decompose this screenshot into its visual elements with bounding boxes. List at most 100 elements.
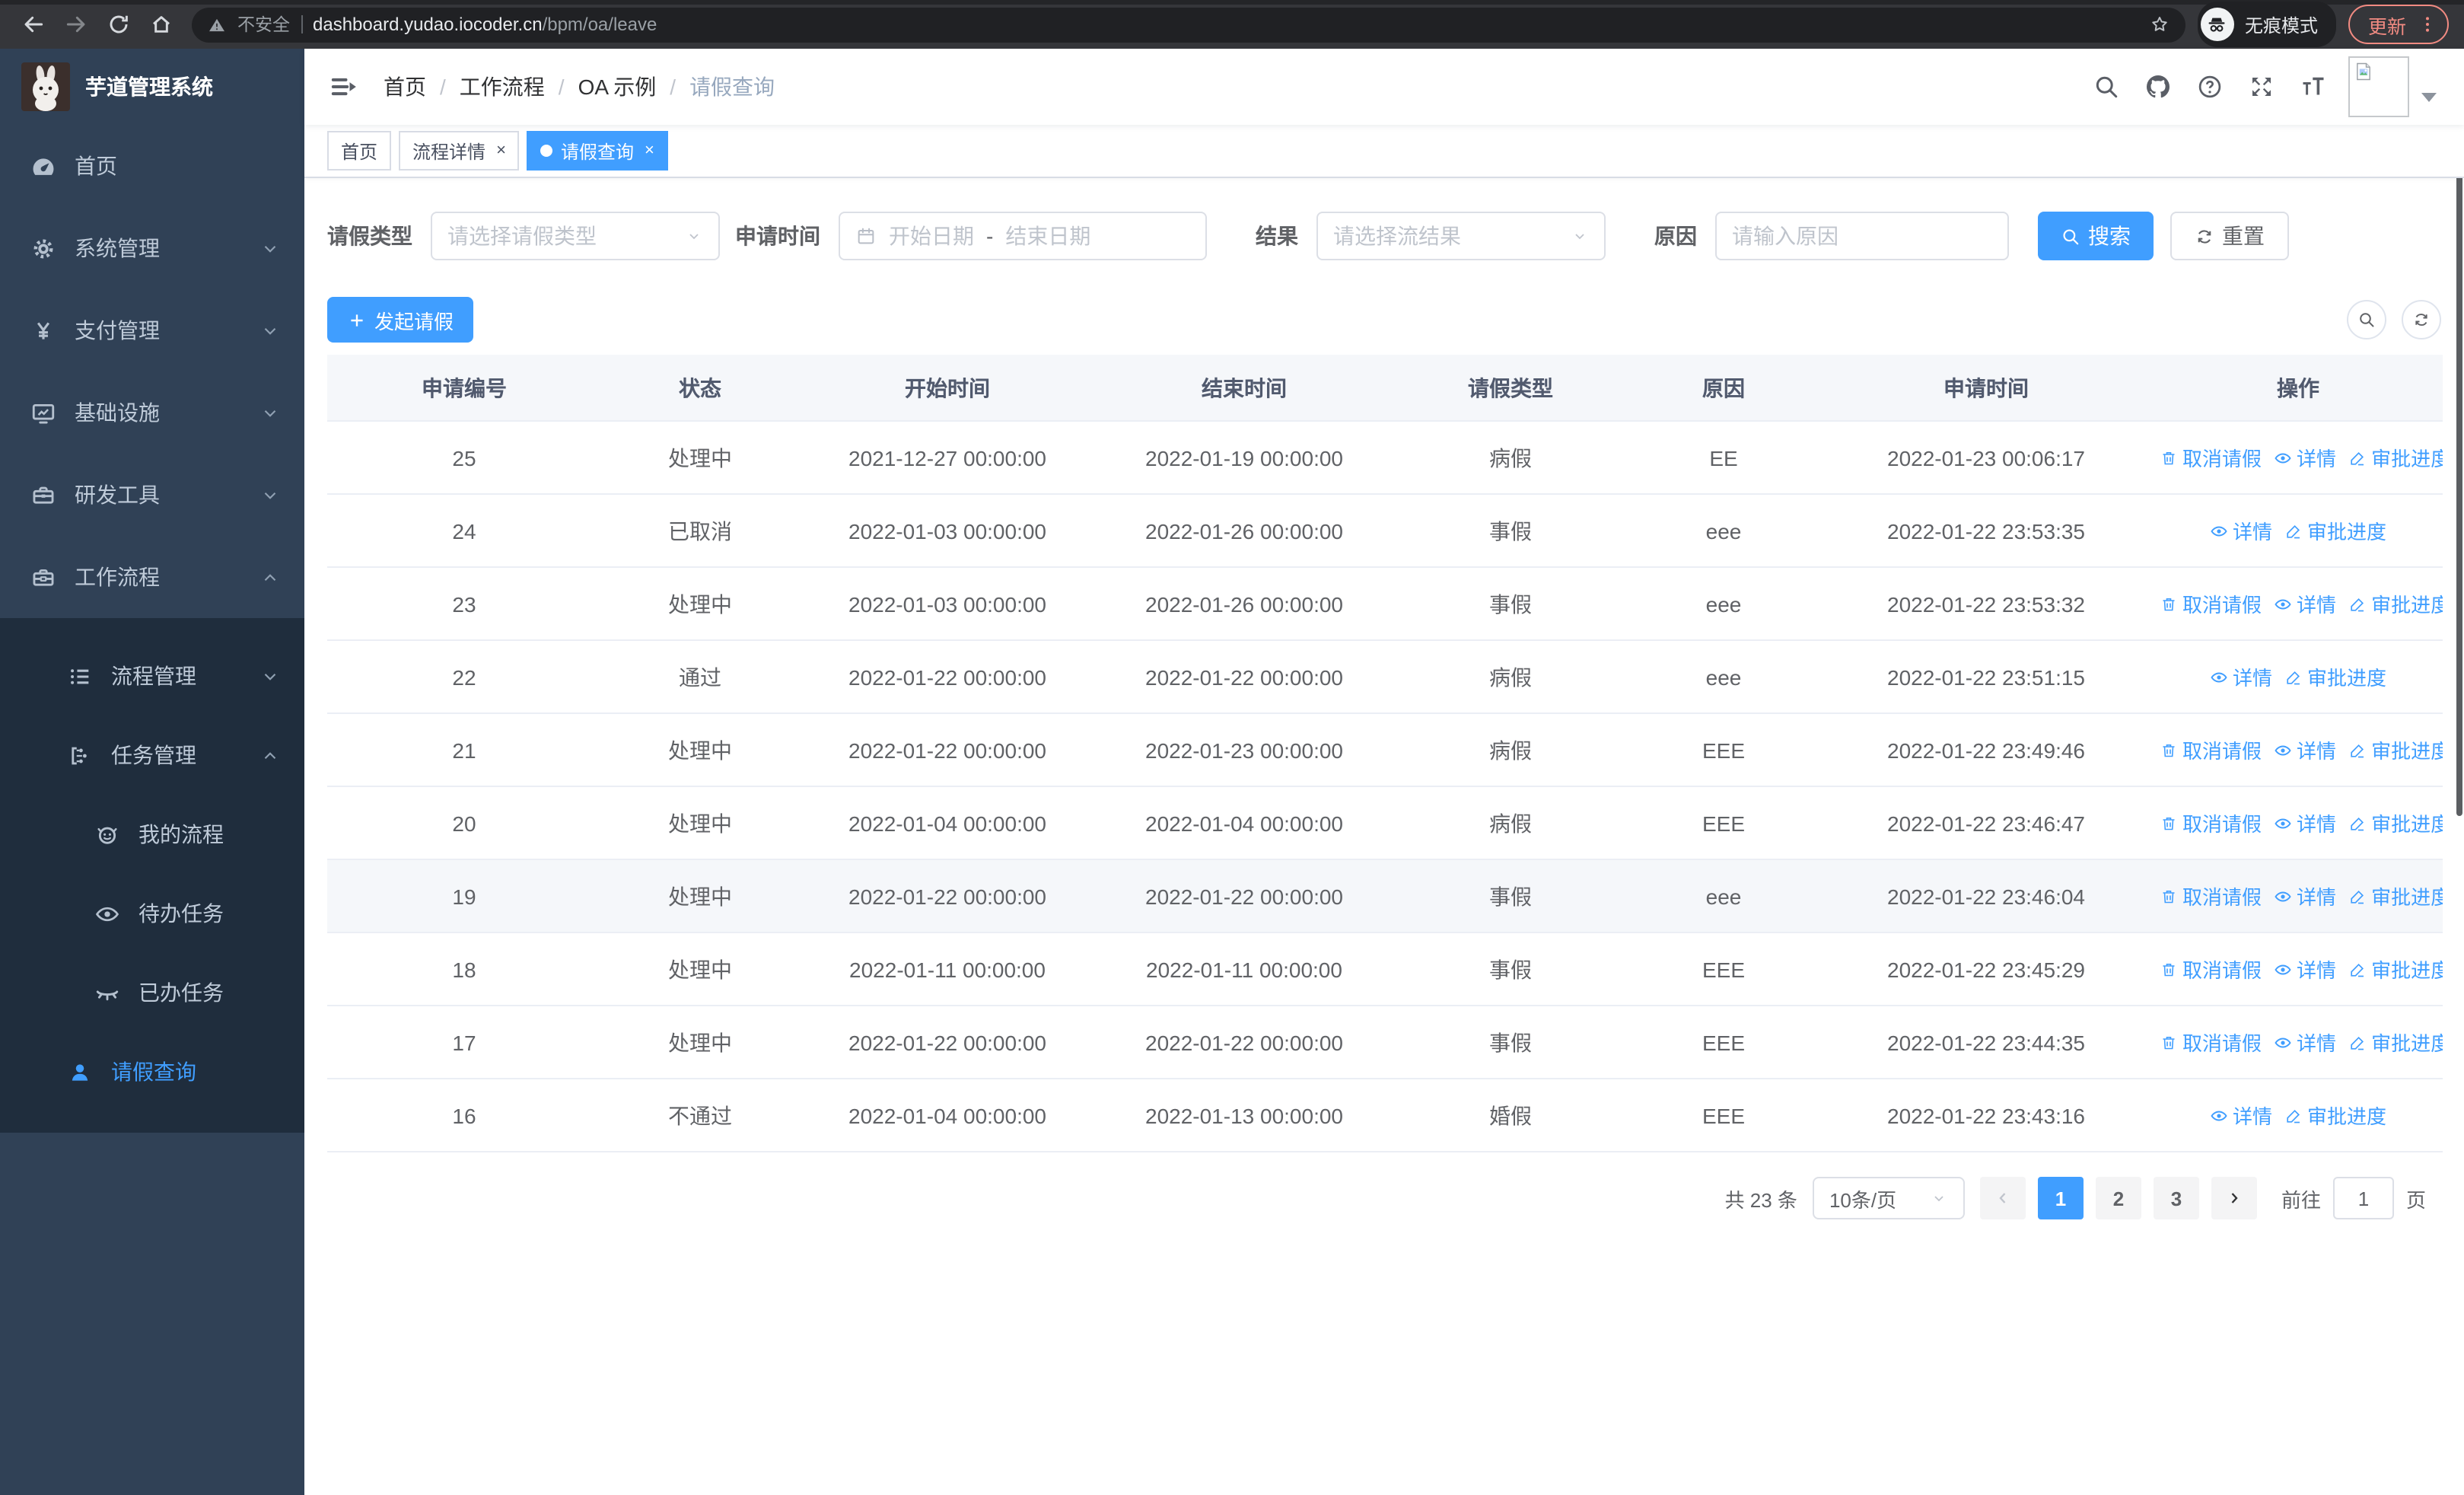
tab-leave-query[interactable]: 请假查询 × <box>527 131 668 171</box>
pagination: 共 23 条 10条/页 123 前往 页 <box>327 1177 2426 1219</box>
tab-process-detail[interactable]: 流程详情 × <box>399 131 520 171</box>
end-date-placeholder[interactable]: 结束日期 <box>1005 221 1090 251</box>
action-label: 取消请假 <box>2182 959 2262 982</box>
action-detail[interactable]: 详情 <box>2274 589 2336 618</box>
action-progress[interactable]: 审批进度 <box>2284 662 2386 691</box>
reset-button[interactable]: 重置 <box>2170 212 2289 260</box>
leave-type-select[interactable]: 请选择请假类型 <box>431 212 720 260</box>
action-detail[interactable]: 详情 <box>2210 516 2272 545</box>
sidebar-item-label: 工作流程 <box>75 565 160 589</box>
action-label: 审批进度 <box>2371 959 2443 982</box>
sidebar-item-infrastructure[interactable]: 基础设施 <box>0 371 304 454</box>
sidebar-item-system-management[interactable]: 系统管理 <box>0 207 304 289</box>
action-detail[interactable]: 详情 <box>2210 662 2272 691</box>
tab-home[interactable]: 首页 <box>327 131 392 171</box>
action-detail[interactable]: 详情 <box>2274 735 2336 764</box>
url-bar[interactable]: 不安全 dashboard.yudao.iocoder.cn/bpm/oa/le… <box>192 7 2185 42</box>
action-detail[interactable]: 详情 <box>2274 881 2336 910</box>
page-size-select[interactable]: 10条/页 <box>1812 1177 1965 1219</box>
search-icon[interactable] <box>2093 73 2120 100</box>
prev-page-button[interactable] <box>1979 1177 2026 1219</box>
breadcrumb-separator: / <box>670 75 676 99</box>
user-avatar[interactable] <box>2348 56 2437 117</box>
action-progress[interactable]: 审批进度 <box>2348 589 2443 618</box>
page-2-button[interactable]: 2 <box>2095 1177 2141 1219</box>
close-icon[interactable]: × <box>496 142 506 159</box>
help-icon[interactable] <box>2196 73 2224 100</box>
next-page-button[interactable] <box>2211 1177 2257 1219</box>
sidebar-item-leave-query[interactable]: 请假查询 <box>0 1032 304 1111</box>
eye-icon <box>2274 887 2292 905</box>
action-cancel[interactable]: 取消请假 <box>2160 589 2262 618</box>
total-count: 共 23 条 <box>1724 1188 1797 1211</box>
action-progress[interactable]: 审批进度 <box>2348 955 2443 983</box>
sidebar-item-task-management[interactable]: 任务管理 <box>0 716 304 795</box>
back-icon[interactable] <box>21 12 46 37</box>
action-detail[interactable]: 详情 <box>2274 808 2336 837</box>
breadcrumb-item[interactable]: OA 示例 <box>578 72 657 102</box>
eye-icon <box>2210 521 2228 540</box>
fullscreen-icon[interactable] <box>2248 73 2275 100</box>
action-progress[interactable]: 审批进度 <box>2348 881 2443 910</box>
briefcase-icon <box>30 564 56 590</box>
action-cancel[interactable]: 取消请假 <box>2160 443 2262 472</box>
start-date-placeholder[interactable]: 开始日期 <box>889 221 974 251</box>
page-3-button[interactable]: 3 <box>2153 1177 2199 1219</box>
sidebar-item-workflow[interactable]: 工作流程 <box>0 536 304 618</box>
action-detail[interactable]: 详情 <box>2274 955 2336 983</box>
action-label: 审批进度 <box>2307 521 2387 543</box>
breadcrumb-item[interactable]: 首页 <box>384 72 426 102</box>
sidebar-logo[interactable]: 芋道管理系统 <box>0 49 304 125</box>
action-progress[interactable]: 审批进度 <box>2284 516 2386 545</box>
close-icon[interactable]: × <box>645 142 654 159</box>
action-progress[interactable]: 审批进度 <box>2348 443 2443 472</box>
action-cancel[interactable]: 取消请假 <box>2160 881 2262 910</box>
reason-input[interactable] <box>1715 212 2009 260</box>
reload-icon[interactable] <box>107 12 131 37</box>
sidebar-toggle-icon[interactable] <box>329 72 359 102</box>
action-detail[interactable]: 详情 <box>2274 443 2336 472</box>
action-detail[interactable]: 详情 <box>2210 1101 2272 1130</box>
sidebar-item-label: 已办任务 <box>138 980 224 1005</box>
update-button[interactable]: 更新 <box>2348 5 2449 44</box>
tags-bar: 首页 流程详情 × 请假查询 × <box>304 125 2464 178</box>
show-search-button[interactable] <box>2347 300 2386 339</box>
bookmark-star-icon[interactable] <box>2149 14 2170 35</box>
sidebar-item-my-process[interactable]: 我的流程 <box>0 795 304 874</box>
action-cancel[interactable]: 取消请假 <box>2160 955 2262 983</box>
action-progress[interactable]: 审批进度 <box>2348 735 2443 764</box>
table-refresh-button[interactable] <box>2402 300 2441 339</box>
home-icon[interactable] <box>149 12 173 37</box>
cell-reason: EEE <box>1628 932 1819 1006</box>
sidebar-item-process-management[interactable]: 流程管理 <box>0 636 304 716</box>
action-progress[interactable]: 审批进度 <box>2284 1101 2386 1130</box>
action-cancel[interactable]: 取消请假 <box>2160 1028 2262 1057</box>
action-cancel[interactable]: 取消请假 <box>2160 735 2262 764</box>
logo-image <box>21 62 70 111</box>
result-select[interactable]: 请选择流结果 <box>1316 212 1606 260</box>
goto-page-input[interactable] <box>2332 1177 2394 1219</box>
github-icon[interactable] <box>2144 73 2172 100</box>
toolbox-icon <box>30 482 56 508</box>
browser-menu-icon[interactable] <box>2417 14 2438 35</box>
sidebar-item-home[interactable]: 首页 <box>0 125 304 207</box>
action-progress[interactable]: 审批进度 <box>2348 1028 2443 1057</box>
action-cancel[interactable]: 取消请假 <box>2160 808 2262 837</box>
cell-reason: EEE <box>1628 1079 1819 1152</box>
sidebar-item-dev-tools[interactable]: 研发工具 <box>0 454 304 536</box>
apply-time-range[interactable]: 开始日期 - 结束日期 <box>839 212 1207 260</box>
sidebar-item-done-tasks[interactable]: 已办任务 <box>0 953 304 1032</box>
font-size-icon[interactable] <box>2300 73 2327 100</box>
cell-applied: 2022-01-22 23:49:46 <box>1819 713 2154 787</box>
sidebar-item-todo-tasks[interactable]: 待办任务 <box>0 874 304 953</box>
sidebar-item-payment-management[interactable]: 支付管理 <box>0 289 304 371</box>
action-progress[interactable]: 审批进度 <box>2348 808 2443 837</box>
pen-icon <box>2348 741 2367 759</box>
forward-icon[interactable] <box>64 12 88 37</box>
search-button[interactable]: 搜索 <box>2038 212 2154 260</box>
page-1-button[interactable]: 1 <box>2037 1177 2084 1219</box>
cell-reason: eee <box>1628 494 1819 568</box>
breadcrumb-item[interactable]: 工作流程 <box>460 72 545 102</box>
action-detail[interactable]: 详情 <box>2274 1028 2336 1057</box>
create-leave-button[interactable]: 发起请假 <box>327 297 474 343</box>
